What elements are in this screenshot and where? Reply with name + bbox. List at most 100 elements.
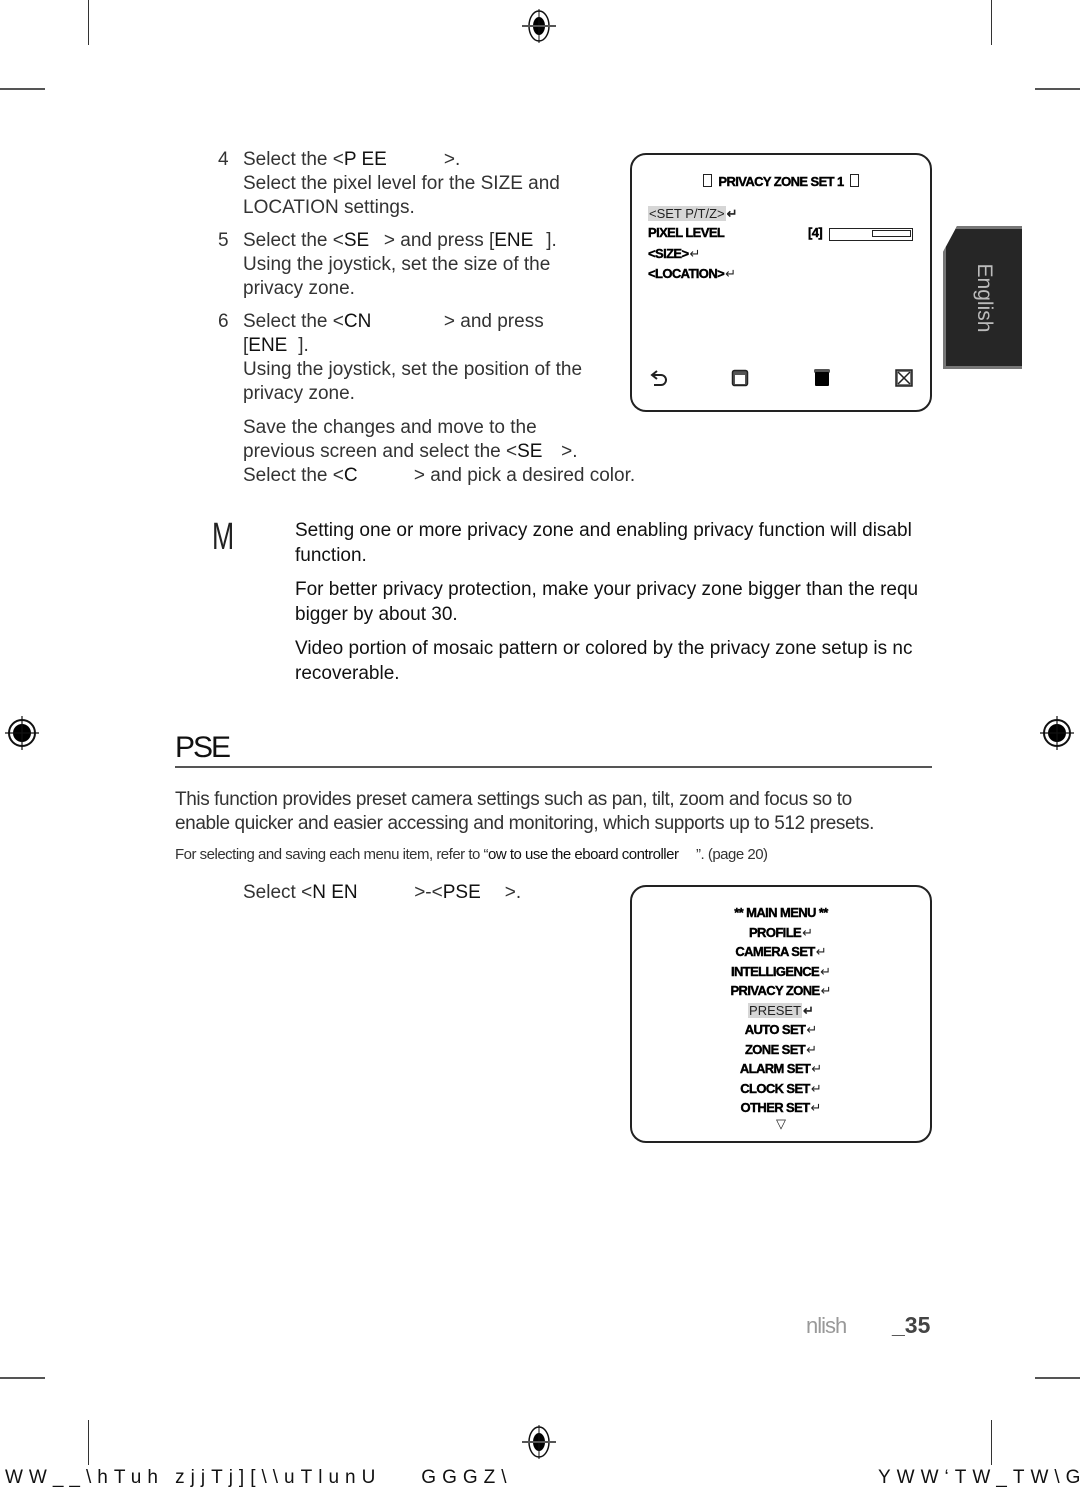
crop-mark [88,0,89,45]
enter-icon: ↵ [725,266,737,281]
osd-menu-item-other-set[interactable]: OTHER SET↵ [632,1098,930,1118]
intro-line: This function provides preset camera set… [175,789,852,810]
osd-menu-item-label: PRIVACY ZONE [730,983,820,998]
osd-menu-item-privacy-zone[interactable]: PRIVACY ZONE↵ [632,981,930,1001]
osd-menu-item-label: AUTO SET [744,1022,806,1037]
osd-menu-item-profile[interactable]: PROFILE↵ [632,923,930,943]
osd-menu-title: ** MAIN MENU ** [734,905,829,920]
osd-menu-item-label: CAMERA SET [735,944,815,959]
osd-menu-item-alarm-set[interactable]: ALARM SET↵ [632,1059,930,1079]
step-number: 6 [218,311,229,332]
enter-icon: ↵ [811,1061,823,1076]
step-number: 5 [218,230,229,251]
note-line: previous screen and select the <SE >. [243,441,578,462]
print-slug-right: YWW‘TW_TW\GG [878,1467,1080,1488]
step-description: LOCATION settings. [243,197,415,218]
step-instruction: Select the <SE > and press [ENE]. [243,230,557,251]
note-item: Setting one or more privacy zone and ena… [295,520,912,566]
osd-item-pixel-level[interactable]: PIXEL LEVEL [648,225,725,240]
osd-menu-item-clock-set[interactable]: CLOCK SET↵ [632,1079,930,1099]
osd-item-location[interactable]: <LOCATION>↵ [648,265,736,283]
osd-privacy-zone-screen: PRIVACY ZONE SET 1 <SET P/T/Z> ↵ PIXEL LE… [630,153,932,412]
print-slug-left: WW__\hTuh zjjTj][\\uTlunU GGGZ\ [5,1467,513,1488]
crop-mark [0,1377,45,1379]
intro-line: enable quicker and easier accessing and … [175,813,874,834]
step-note: Save the changes and move to the previou… [243,416,673,488]
enter-icon: ↵ [803,1002,814,1018]
delete-icon[interactable] [813,368,831,387]
step-instruction: Select the <CN > and press [243,311,544,332]
enter-icon: ↵ [815,944,827,959]
step-4: 4 Select the <P EE >. Select the pixel le… [218,148,618,220]
osd-menu-item-preset[interactable]: PRESET ↵ [632,1001,930,1021]
section-title: PSE [175,731,231,764]
osd-menu-item-label: OTHER SET [740,1100,810,1115]
enter-icon: ↵ [806,1022,818,1037]
crop-mark [991,0,992,45]
enter-icon: ↵ [820,963,832,979]
note-line: Save the changes and move to the [243,417,537,438]
footer-language: nlish [806,1313,847,1338]
note-item: For better privacy protection, make your… [295,579,919,625]
return-icon[interactable] [649,369,669,389]
language-tab-label: English [973,263,996,332]
preset-instruction: Select <N EN >-<PSE >. [243,882,522,903]
page-number: _35 [892,1312,931,1338]
registration-mark-icon [1040,716,1074,750]
osd-item-size[interactable]: <SIZE>↵ [648,245,701,263]
enter-icon: ↵ [726,206,738,221]
registration-mark-icon [5,716,39,750]
osd-title: PRIVACY ZONE SET 1 [632,173,930,191]
enter-icon: ↵ [689,246,701,261]
osd-menu-item-label: ALARM SET [739,1061,811,1076]
registration-mark-icon [522,9,556,43]
section-divider [175,766,932,768]
enter-icon: ↵ [802,924,814,940]
osd-menu-item-label: PROFILE [748,924,802,940]
notes-list: Setting one or more privacy zone and ena… [295,518,1080,695]
note-marker-icon: M [212,516,235,558]
osd-main-menu-screen: ** MAIN MENU ** PROFILE↵ CAMERA SET↵ INTEL… [630,885,932,1143]
osd-menu-item-label: PRESET [748,1002,803,1018]
enter-icon: ↵ [810,1100,822,1115]
osd-menu-item-label: ZONE SET [744,1041,806,1057]
note-line: Select the <C > and pick a desired color. [243,465,636,486]
crop-mark [991,1420,992,1465]
step-instruction: Select the <P EE >. [243,149,461,170]
step-description: Using the joystick, set the size of the [243,254,551,275]
step-description: privacy zone. [243,383,355,404]
pixel-level-bar-fill [872,230,911,237]
step-6: 6 Select the <CN > and press [ENE]. Using… [218,310,618,406]
osd-menu-item-intelligence[interactable]: INTELLIGENCE↵ [632,962,930,982]
osd-menu-item-label: CLOCK SET [740,1080,811,1096]
bracket-icon [849,174,859,187]
bracket-icon [703,174,713,187]
crop-mark [1035,1377,1080,1379]
step-number: 4 [218,149,229,170]
osd-menu-item-camera-set[interactable]: CAMERA SET↵ [632,942,930,962]
osd-menu-item-zone-set[interactable]: ZONE SET↵ [632,1040,930,1060]
osd-item-set-ptz[interactable]: <SET P/T/Z> ↵ [648,205,738,223]
step-description: Using the joystick, set the position of … [243,359,583,380]
crop-mark [1035,88,1080,90]
enter-icon: ↵ [820,983,832,998]
osd-menu-item-auto-set[interactable]: AUTO SET↵ [632,1020,930,1040]
step-5: 5 Select the <SE > and press [ENE]. Using… [218,229,618,301]
section-intro: This function provides preset camera set… [175,788,945,836]
osd-menu-item-label: INTELLIGENCE [730,963,820,979]
crop-mark [0,88,45,90]
cancel-icon[interactable] [895,369,913,387]
pixel-level-value: [4] [808,225,823,240]
reference-note: For selecting and saving each menu item,… [175,846,768,863]
step-description: privacy zone. [243,278,355,299]
pixel-level-bar[interactable] [829,228,913,241]
step-description: Select the pixel level for the SIZE and [243,173,560,194]
save-icon[interactable] [731,369,749,387]
crop-mark [88,1420,89,1465]
registration-mark-icon [522,1425,556,1459]
enter-icon: ↵ [806,1041,818,1057]
language-tab: English [943,226,1022,369]
step-instruction: [ENE]. [243,335,309,356]
more-indicator-icon[interactable]: ▽ [632,1116,930,1132]
note-item: Video portion of mosaic pattern or color… [295,638,913,684]
